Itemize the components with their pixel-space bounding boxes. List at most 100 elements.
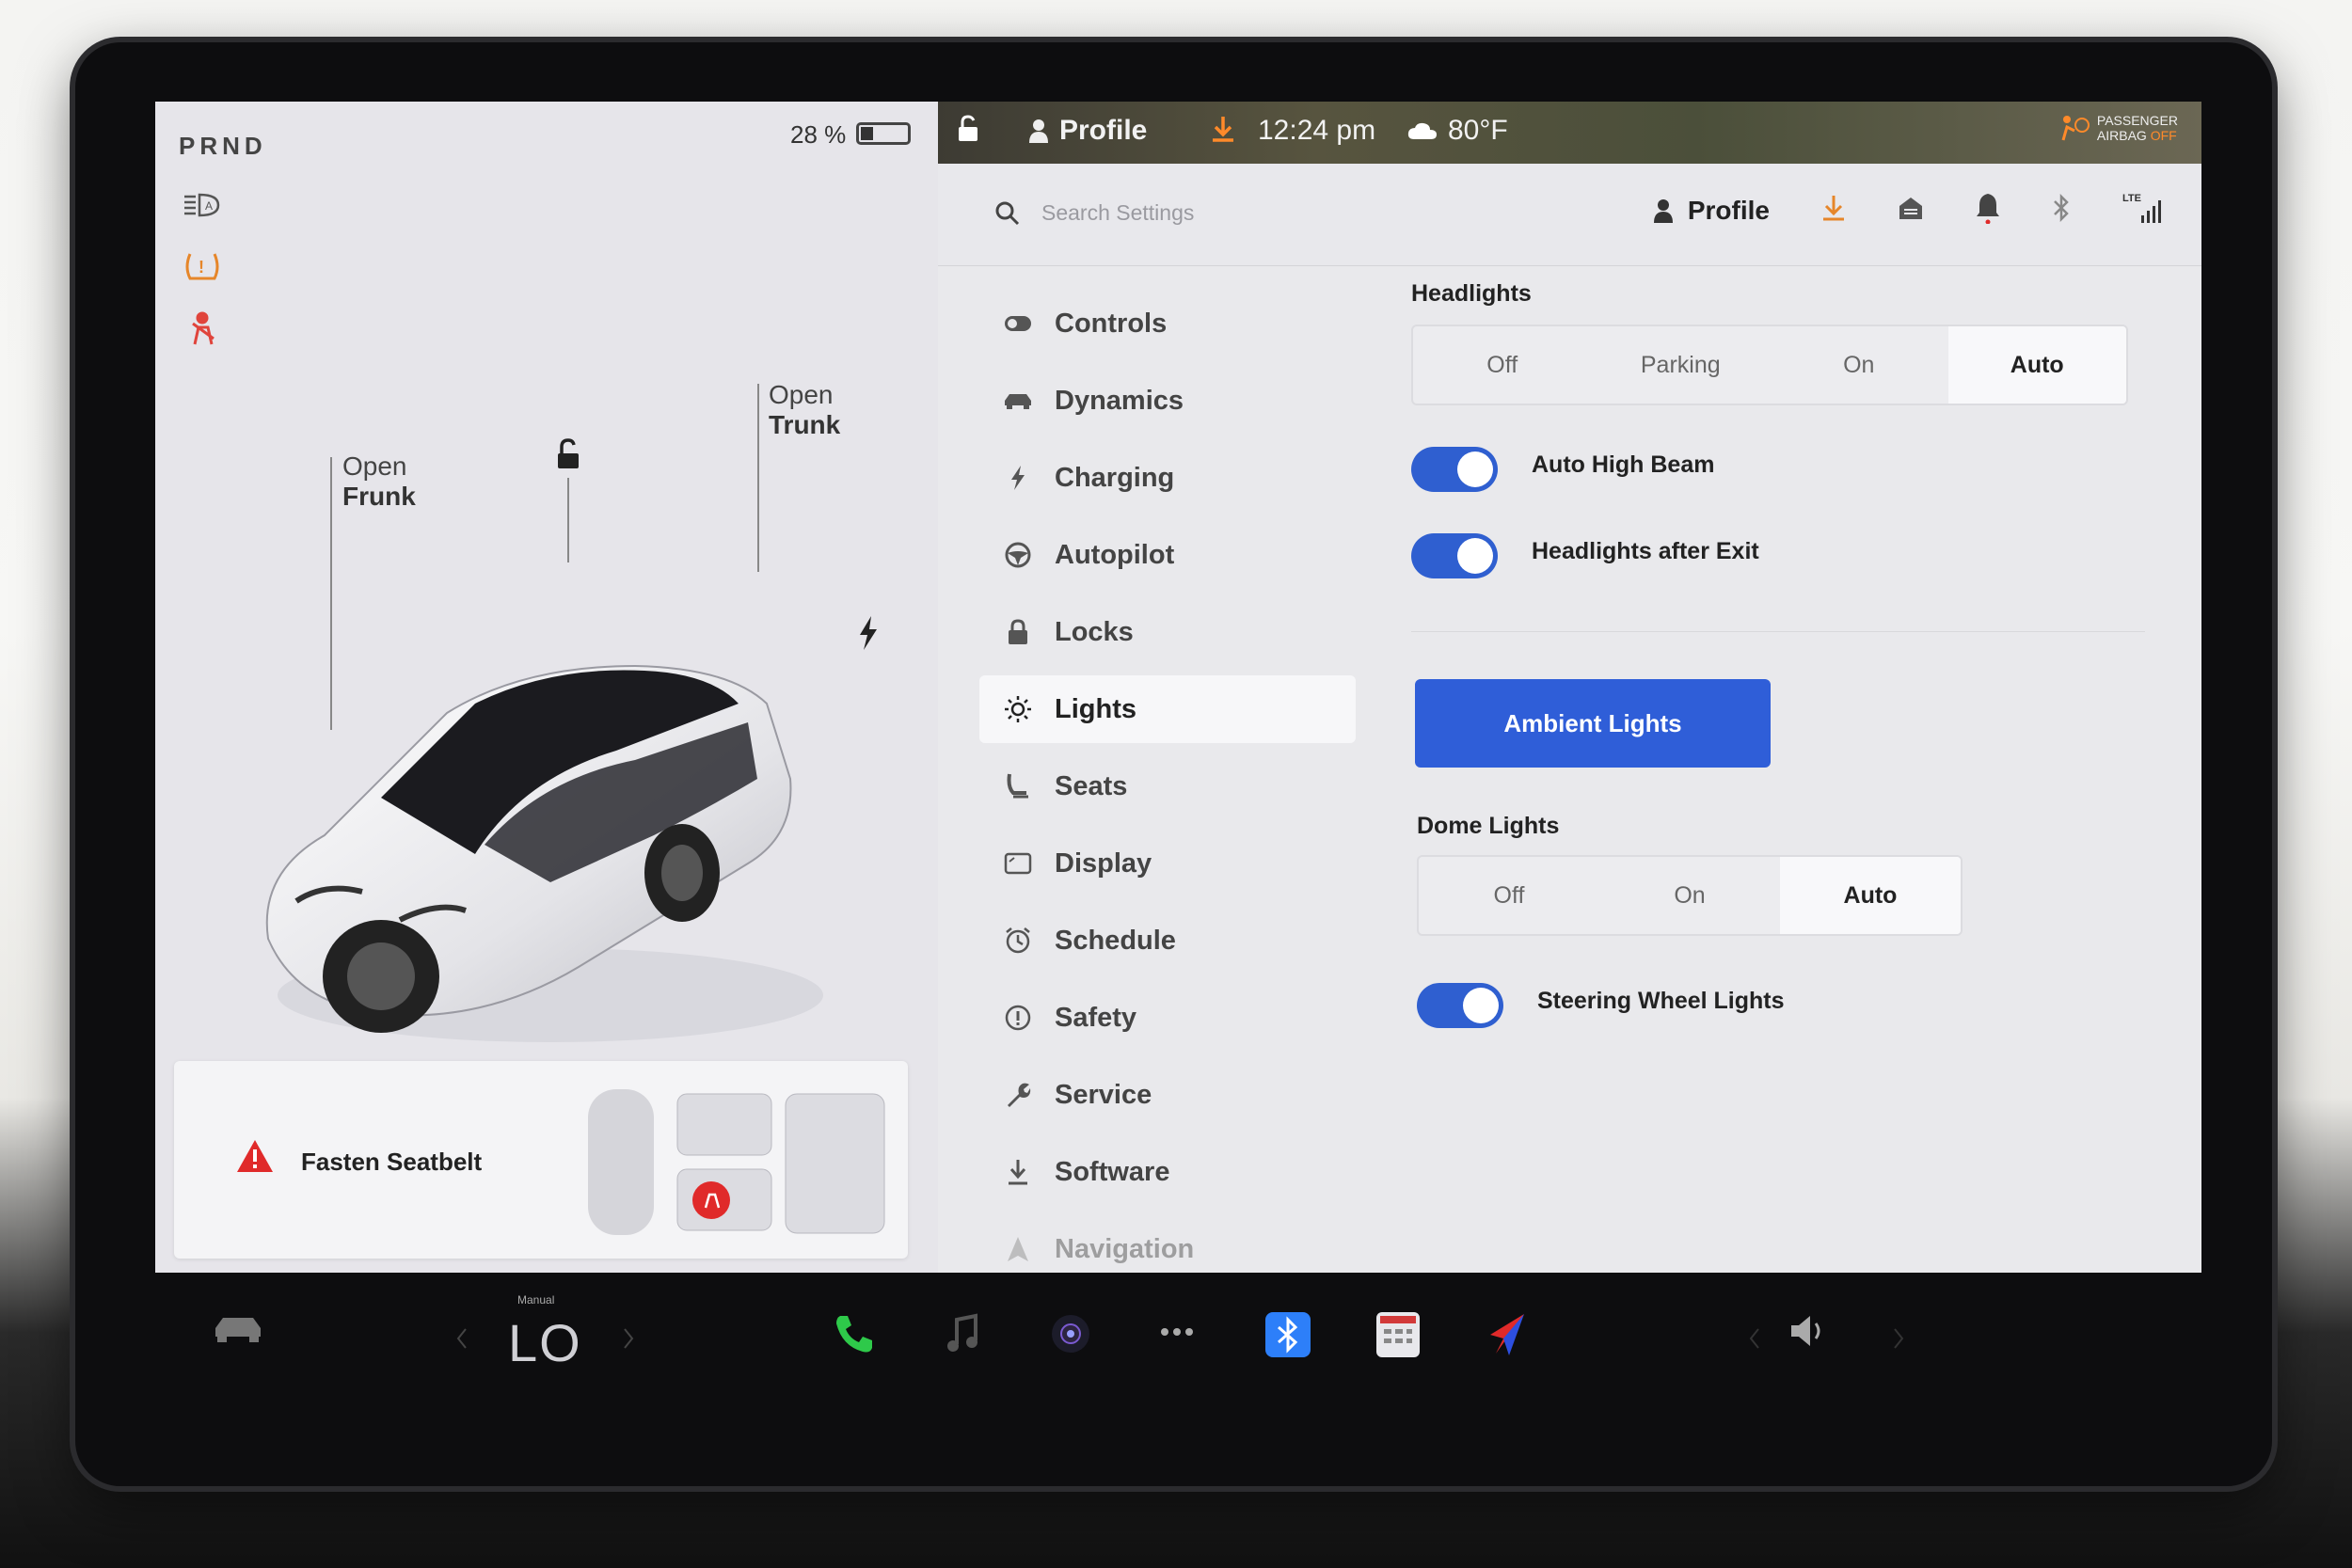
status-top-bar: Profile 12:24 pm 80°F PASSENGER AIRBAG O… — [938, 102, 2201, 164]
navigation-icon[interactable] — [1486, 1312, 1528, 1357]
menu-item-safety[interactable]: Safety — [979, 984, 1356, 1052]
bottom-dock: Manual LO — [155, 1293, 2201, 1397]
software-update-icon[interactable] — [1211, 115, 1235, 143]
lte-signal-icon: LTE — [2122, 193, 2164, 225]
phone-icon[interactable] — [833, 1312, 876, 1355]
menu-item-lights[interactable]: Lights — [979, 675, 1356, 743]
frunk-label-line1: Open — [342, 451, 407, 481]
alert-circle-icon — [1002, 1002, 1034, 1034]
climate-temperature[interactable]: LO — [508, 1312, 582, 1373]
gear-selector: PRND — [179, 132, 267, 160]
bluetooth-app-icon[interactable] — [1265, 1312, 1311, 1357]
ambient-lights-button[interactable]: Ambient Lights — [1415, 679, 1771, 768]
headlights-option-auto[interactable]: Auto — [1947, 326, 2126, 404]
menu-item-label: Dynamics — [1055, 385, 1184, 416]
garage-icon[interactable] — [1898, 195, 1924, 226]
camera-icon[interactable] — [1049, 1312, 1092, 1355]
touchscreen: PRND 28 % A ! Open Frunk Open Trunk Fast… — [155, 102, 2201, 1273]
charge-port-icon[interactable] — [856, 614, 881, 657]
calendar-icon[interactable] — [1376, 1312, 1420, 1357]
passenger-airbag-indicator: PASSENGER AIRBAG OFF — [2058, 113, 2178, 143]
alert-message: Fasten Seatbelt — [301, 1148, 483, 1176]
menu-item-display[interactable]: Display — [979, 830, 1356, 897]
music-icon[interactable] — [944, 1312, 981, 1355]
auto-high-beam-label: Auto High Beam — [1532, 451, 1715, 478]
menu-item-label: Display — [1055, 847, 1152, 879]
menu-item-label: Navigation — [1055, 1233, 1195, 1264]
headlights-after-exit-toggle[interactable] — [1411, 533, 1498, 578]
battery-icon — [856, 122, 911, 145]
search-input[interactable] — [1040, 199, 1326, 227]
top-profile-label: Profile — [1059, 115, 1148, 146]
headlights-after-exit-label: Headlights after Exit — [1532, 537, 1759, 564]
menu-item-software[interactable]: Software — [979, 1138, 1356, 1206]
steering-wheel-lights-toggle[interactable] — [1417, 983, 1503, 1028]
outside-temperature: 80°F — [1406, 115, 1508, 147]
settings-search[interactable] — [994, 199, 1326, 227]
menu-item-label: Service — [1055, 1079, 1152, 1110]
seatbelt-alert-card[interactable]: Fasten Seatbelt — [174, 1061, 908, 1259]
sun-icon — [1002, 693, 1034, 725]
lock-icon — [1002, 616, 1034, 648]
search-icon — [995, 201, 1020, 225]
bluetooth-icon[interactable] — [2052, 193, 2071, 227]
dome-lights-title: Dome Lights — [1417, 813, 1560, 839]
dome-lights-option-off[interactable]: Off — [1419, 857, 1599, 934]
headlights-title: Headlights — [1411, 280, 1532, 307]
airbag-line1: PASSENGER — [2096, 113, 2178, 128]
navigation-icon — [1002, 1233, 1034, 1265]
temperature-text: 80°F — [1448, 115, 1508, 146]
notification-bell-icon[interactable] — [1976, 192, 2000, 229]
car-icon[interactable] — [212, 1312, 264, 1344]
menu-item-service[interactable]: Service — [979, 1061, 1356, 1129]
top-profile-button[interactable]: Profile — [1027, 115, 1147, 147]
menu-item-autopilot[interactable]: Autopilot — [979, 521, 1356, 589]
dome-lights-option-on[interactable]: On — [1599, 857, 1780, 934]
open-frunk-button[interactable]: Open Frunk — [342, 451, 416, 512]
menu-item-controls[interactable]: Controls — [979, 290, 1356, 357]
headlights-option-parking[interactable]: Parking — [1592, 326, 1771, 404]
volume-down-chevron-icon[interactable] — [1747, 1327, 1762, 1350]
dome-lights-segmented-control: Off On Auto — [1417, 855, 1963, 936]
menu-item-dynamics[interactable]: Dynamics — [979, 367, 1356, 435]
menu-item-label: Safety — [1055, 1002, 1137, 1033]
clock-icon — [1002, 925, 1034, 957]
airbag-state: OFF — [2150, 128, 2177, 143]
headlights-option-off[interactable]: Off — [1413, 326, 1592, 404]
volume-up-chevron-icon[interactable] — [1891, 1327, 1906, 1350]
cloud-icon — [1407, 122, 1437, 139]
menu-item-charging[interactable]: Charging — [979, 444, 1356, 512]
menu-item-label: Schedule — [1055, 925, 1176, 956]
more-apps-icon[interactable] — [1160, 1327, 1194, 1337]
temp-down-chevron-icon[interactable] — [454, 1327, 469, 1350]
headlights-after-exit-row: Headlights after Exit — [1411, 518, 2145, 594]
frunk-label-line2: Frunk — [342, 482, 416, 511]
download-icon[interactable] — [1821, 194, 1846, 227]
open-trunk-button[interactable]: Open Trunk — [769, 380, 840, 440]
auto-high-beam-row: Auto High Beam — [1411, 432, 2145, 507]
settings-menu: Controls Dynamics Charging Autopilot Locks Li… — [979, 290, 1356, 1273]
settings-header: Profile LTE — [938, 164, 2201, 266]
menu-item-label: Controls — [1055, 308, 1168, 339]
volume-icon[interactable] — [1788, 1312, 1835, 1350]
unlock-icon[interactable] — [548, 436, 586, 479]
profile-button[interactable]: Profile — [1652, 196, 1770, 226]
temp-up-chevron-icon[interactable] — [621, 1327, 636, 1350]
dome-lights-option-auto[interactable]: Auto — [1780, 857, 1961, 934]
lock-callout-line — [567, 478, 569, 562]
menu-item-label: Software — [1055, 1156, 1170, 1187]
trunk-label-line1: Open — [769, 380, 834, 409]
status-icon-column: A ! — [174, 177, 230, 363]
headlights-segmented-control: Off Parking On Auto — [1411, 325, 2128, 405]
seatbelt-warning-icon — [174, 301, 230, 357]
person-icon — [1653, 198, 1673, 223]
auto-high-beam-toggle[interactable] — [1411, 447, 1498, 492]
airbag-icon — [2061, 116, 2090, 141]
unlock-status-icon[interactable] — [955, 115, 981, 143]
menu-item-seats[interactable]: Seats — [979, 752, 1356, 820]
menu-item-navigation[interactable]: Navigation — [979, 1215, 1356, 1273]
menu-item-locks[interactable]: Locks — [979, 598, 1356, 666]
toggle-icon — [1002, 308, 1034, 340]
menu-item-schedule[interactable]: Schedule — [979, 907, 1356, 974]
headlights-option-on[interactable]: On — [1770, 326, 1948, 404]
